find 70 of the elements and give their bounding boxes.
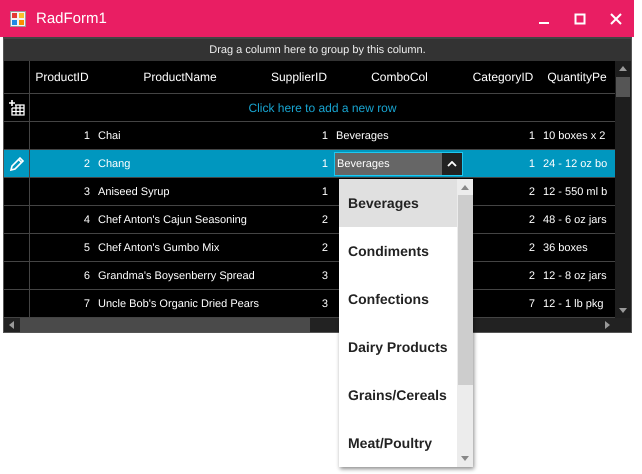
column-header[interactable]: CategoryID [467,61,539,93]
caret-icon [447,160,457,166]
table-cell: 3 [322,270,328,282]
scrollbar-thumb[interactable] [616,77,630,97]
add-row-icon [8,100,24,116]
close-icon [610,12,622,24]
table-cell: Uncle Bob's Organic Dried Pears [98,298,260,310]
table-cell: 1 [84,130,90,142]
column-header[interactable]: ComboCol [332,61,467,93]
column-header[interactable]: ProductID [30,61,94,93]
table-cell: 3 [84,186,90,198]
column-header[interactable]: SupplierID [266,61,332,93]
table-cell: 1 [322,158,328,170]
table-cell: 12 - 550 ml b [543,186,608,198]
table-cell: 3 [322,298,328,310]
table-cell: 48 - 6 oz jars [543,214,607,226]
scroll-up-icon [618,65,628,71]
table-cell: 10 boxes x 2 [543,130,606,142]
maximize-icon [574,12,586,24]
table-cell: 7 [528,298,535,310]
table-cell: Grandma's Boysenberry Spread [98,270,255,282]
table-cell: Chef Anton's Gumbo Mix [98,242,220,254]
scrollbar-thumb[interactable] [458,195,472,385]
table-cell: 1 [528,158,535,170]
scroll-right-icon [605,320,611,330]
table-cell: 2 [322,214,328,226]
table-cell: 12 - 1 lb pkg [543,298,604,310]
dropdown-item[interactable]: Meat/Poultry [339,419,457,467]
table-cell: Aniseed Syrup [98,186,170,198]
table-cell: 1 [322,130,328,142]
table-cell: 1 [528,130,535,142]
scroll-down-icon [618,308,628,314]
table-cell: Chai [98,130,121,142]
table-cell: 6 [84,270,90,282]
table-cell: 5 [84,242,90,254]
scroll-down-icon [460,456,470,462]
scroll-up-icon [460,184,470,190]
dropdown-item[interactable]: Dairy Products [339,323,457,371]
combo-value: Beverages [336,156,391,172]
dropdown-scrollbar[interactable] [457,179,473,467]
table-cell: 2 [528,242,535,254]
minimize-icon [539,22,549,24]
table-cell: 24 - 12 oz bo [543,158,608,170]
group-panel-hint: Drag a column here to group by this column. [209,44,426,56]
scrollbar-thumb[interactable] [20,318,310,332]
table-cell: 12 - 8 oz jars [543,270,607,282]
column-header[interactable]: QuantityPe [539,61,615,93]
table-cell: Beverages [336,130,389,142]
scroll-left-icon [8,320,14,330]
dropdown-item[interactable]: Beverages [339,179,457,227]
table-row[interactable]: 2 Chang 1 Beverages 1 24 - 12 oz bo [4,150,615,178]
table-cell: 2 [84,158,90,170]
table-cell: 4 [84,214,90,226]
add-new-row-link[interactable]: Click here to add a new row [248,94,397,121]
window-title: RadForm1 [36,10,107,27]
table-cell: 1 [322,186,328,198]
table-cell: Chef Anton's Cajun Seasoning [98,214,247,226]
table-cell: Chang [98,158,130,170]
table-cell: 2 [322,242,328,254]
app-icon [10,10,26,26]
table-cell: 2 [528,214,535,226]
table-cell: 36 boxes [543,242,588,254]
combo-box[interactable]: Beverages [334,152,463,176]
table-cell: 2 [528,270,535,282]
vertical-scrollbar[interactable] [615,61,631,318]
group-panel[interactable]: Drag a column here to group by this column. [4,39,631,61]
column-header[interactable]: ProductName [94,61,266,93]
dropdown-item[interactable]: Grains/Cereals [339,371,457,419]
table-cell: 2 [528,186,535,198]
table-cell: 7 [84,298,90,310]
